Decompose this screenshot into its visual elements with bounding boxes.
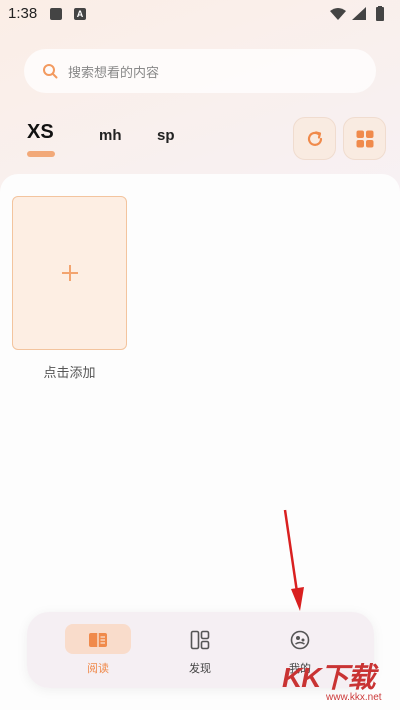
book-icon xyxy=(89,633,107,647)
tab-mh[interactable]: mh xyxy=(99,127,122,144)
image-notification-icon xyxy=(50,8,62,20)
status-time: 1:38 xyxy=(8,5,38,22)
nav-label-read: 阅读 xyxy=(87,662,109,675)
watermark-main: KK下载 xyxy=(282,662,375,693)
watermark-url: www.kkx.net xyxy=(326,692,382,703)
nav-label-discover: 发现 xyxy=(189,662,211,675)
status-bar: 1:38 A xyxy=(0,0,400,28)
active-tab-indicator xyxy=(27,151,55,157)
search-placeholder: 搜索想看的内容 xyxy=(68,65,160,81)
add-book-label: 点击添加 xyxy=(43,366,96,381)
refresh-icon xyxy=(307,130,322,146)
add-book-card[interactable] xyxy=(12,196,127,350)
grid-view-button[interactable] xyxy=(343,117,386,160)
signal-icon xyxy=(352,7,366,20)
tab-sp[interactable]: sp xyxy=(157,127,175,144)
nav-item-discover[interactable]: 发现 xyxy=(167,624,233,676)
tab-xs[interactable]: XS xyxy=(27,121,54,144)
wifi-icon xyxy=(330,8,346,20)
discover-icon xyxy=(190,630,210,650)
battery-icon xyxy=(376,7,384,21)
watermark-logo: KK下载 www.kkx.net xyxy=(282,652,400,710)
profile-icon xyxy=(290,630,310,650)
grid-icon xyxy=(356,130,373,147)
system-status-icons xyxy=(330,6,384,21)
search-icon xyxy=(43,64,58,79)
plus-icon xyxy=(61,265,78,281)
search-bar[interactable]: 搜索想看的内容 xyxy=(24,49,376,93)
refresh-button[interactable] xyxy=(293,117,336,160)
nav-item-read[interactable]: 阅读 xyxy=(65,624,131,676)
app-notification-icon: A xyxy=(74,8,86,20)
